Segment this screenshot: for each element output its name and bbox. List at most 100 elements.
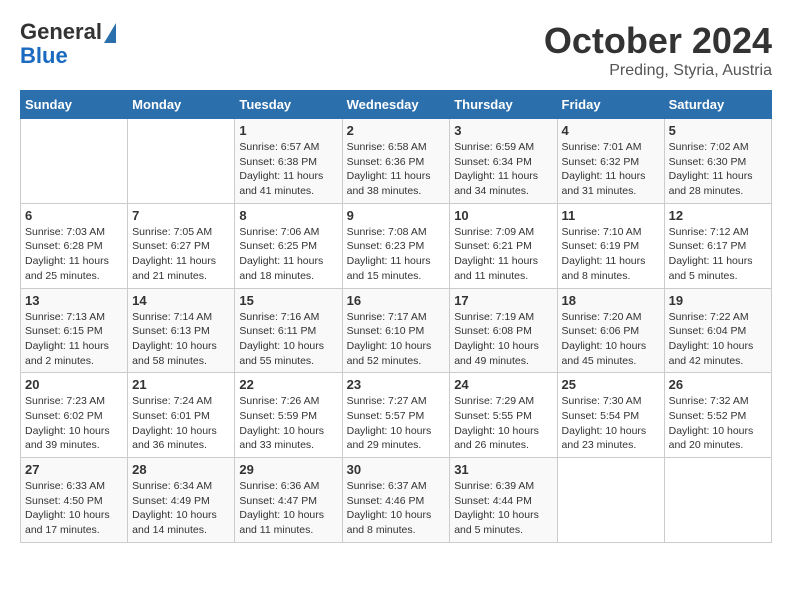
day-of-week-tuesday: Tuesday xyxy=(235,91,342,119)
title-section: October 2024 Preding, Styria, Austria xyxy=(544,20,772,80)
day-of-week-saturday: Saturday xyxy=(664,91,771,119)
day-number: 3 xyxy=(454,123,552,138)
calendar-cell: 4 Sunrise: 7:01 AMSunset: 6:32 PMDaylight… xyxy=(557,119,664,204)
day-number: 21 xyxy=(132,377,230,392)
calendar-cell: 22 Sunrise: 7:26 AMSunset: 5:59 PMDayligh… xyxy=(235,373,342,458)
day-number: 15 xyxy=(239,293,337,308)
week-row-2: 6Sunrise: 7:03 AMSunset: 6:28 PMDaylight… xyxy=(21,203,772,288)
day-info: Sunrise: 7:08 AMSunset: 6:23 PMDaylight:… xyxy=(347,225,446,284)
day-info: Sunrise: 6:57 AMSunset: 6:38 PMDaylight:… xyxy=(239,140,337,199)
calendar-cell: 3Sunrise: 6:59 AMSunset: 6:34 PMDaylight… xyxy=(450,119,557,204)
days-of-week-row: SundayMondayTuesdayWednesdayThursdayFrid… xyxy=(21,91,772,119)
calendar-table: SundayMondayTuesdayWednesdayThursdayFrid… xyxy=(20,90,772,543)
calendar-cell: 24 Sunrise: 7:29 AMSunset: 5:55 PMDayligh… xyxy=(450,373,557,458)
day-info: Sunrise: 7:05 AMSunset: 6:27 PMDaylight:… xyxy=(132,225,230,284)
calendar-cell: 25Sunrise: 7:30 AMSunset: 5:54 PMDayligh… xyxy=(557,373,664,458)
calendar-cell: 31 Sunrise: 6:39 AMSunset: 4:44 PMDayligh… xyxy=(450,458,557,543)
calendar-cell: 9 Sunrise: 7:08 AMSunset: 6:23 PMDaylight… xyxy=(342,203,450,288)
day-info: Sunrise: 6:39 AMSunset: 4:44 PMDaylight:… xyxy=(454,479,552,538)
day-number: 24 xyxy=(454,377,552,392)
week-row-5: 27Sunrise: 6:33 AMSunset: 4:50 PMDayligh… xyxy=(21,458,772,543)
day-number: 6 xyxy=(25,208,123,223)
day-of-week-wednesday: Wednesday xyxy=(342,91,450,119)
logo-general: General xyxy=(20,20,102,44)
calendar-cell: 8 Sunrise: 7:06 AMSunset: 6:25 PMDaylight… xyxy=(235,203,342,288)
calendar-cell: 15Sunrise: 7:16 AMSunset: 6:11 PMDayligh… xyxy=(235,288,342,373)
day-info: Sunrise: 7:23 AMSunset: 6:02 PMDaylight:… xyxy=(25,394,123,453)
day-number: 2 xyxy=(347,123,446,138)
day-info: Sunrise: 7:19 AMSunset: 6:08 PMDaylight:… xyxy=(454,310,552,369)
day-number: 18 xyxy=(562,293,660,308)
day-info: Sunrise: 7:13 AMSunset: 6:15 PMDaylight:… xyxy=(25,310,123,369)
calendar-cell: 6Sunrise: 7:03 AMSunset: 6:28 PMDaylight… xyxy=(21,203,128,288)
day-number: 13 xyxy=(25,293,123,308)
calendar-cell: 19 Sunrise: 7:22 AMSunset: 6:04 PMDayligh… xyxy=(664,288,771,373)
day-info: Sunrise: 7:02 AMSunset: 6:30 PMDaylight:… xyxy=(669,140,767,199)
day-number: 16 xyxy=(347,293,446,308)
logo-blue: Blue xyxy=(20,44,68,68)
day-info: Sunrise: 7:17 AMSunset: 6:10 PMDaylight:… xyxy=(347,310,446,369)
day-info: Sunrise: 7:20 AMSunset: 6:06 PMDaylight:… xyxy=(562,310,660,369)
header: General Blue October 2024 Preding, Styri… xyxy=(20,20,772,80)
day-number: 1 xyxy=(239,123,337,138)
day-info: Sunrise: 7:29 AMSunset: 5:55 PMDaylight:… xyxy=(454,394,552,453)
day-of-week-friday: Friday xyxy=(557,91,664,119)
day-info: Sunrise: 7:06 AMSunset: 6:25 PMDaylight:… xyxy=(239,225,337,284)
location-subtitle: Preding, Styria, Austria xyxy=(544,62,772,80)
week-row-1: 1 Sunrise: 6:57 AMSunset: 6:38 PMDaylight… xyxy=(21,119,772,204)
calendar-cell: 5 Sunrise: 7:02 AMSunset: 6:30 PMDaylight… xyxy=(664,119,771,204)
day-info: Sunrise: 7:01 AMSunset: 6:32 PMDaylight:… xyxy=(562,140,660,199)
day-info: Sunrise: 7:30 AMSunset: 5:54 PMDaylight:… xyxy=(562,394,660,453)
day-info: Sunrise: 6:37 AMSunset: 4:46 PMDaylight:… xyxy=(347,479,446,538)
calendar-cell xyxy=(128,119,235,204)
day-of-week-thursday: Thursday xyxy=(450,91,557,119)
day-info: Sunrise: 7:09 AMSunset: 6:21 PMDaylight:… xyxy=(454,225,552,284)
day-number: 31 xyxy=(454,462,552,477)
day-number: 4 xyxy=(562,123,660,138)
day-info: Sunrise: 7:24 AMSunset: 6:01 PMDaylight:… xyxy=(132,394,230,453)
day-of-week-monday: Monday xyxy=(128,91,235,119)
calendar-cell: 30 Sunrise: 6:37 AMSunset: 4:46 PMDayligh… xyxy=(342,458,450,543)
day-info: Sunrise: 7:10 AMSunset: 6:19 PMDaylight:… xyxy=(562,225,660,284)
calendar-cell: 18 Sunrise: 7:20 AMSunset: 6:06 PMDayligh… xyxy=(557,288,664,373)
calendar-cell: 7Sunrise: 7:05 AMSunset: 6:27 PMDaylight… xyxy=(128,203,235,288)
day-number: 23 xyxy=(347,377,446,392)
calendar-cell: 1 Sunrise: 6:57 AMSunset: 6:38 PMDaylight… xyxy=(235,119,342,204)
day-number: 19 xyxy=(669,293,767,308)
day-number: 17 xyxy=(454,293,552,308)
day-info: Sunrise: 7:22 AMSunset: 6:04 PMDaylight:… xyxy=(669,310,767,369)
day-number: 30 xyxy=(347,462,446,477)
calendar-cell: 21 Sunrise: 7:24 AMSunset: 6:01 PMDayligh… xyxy=(128,373,235,458)
day-info: Sunrise: 7:27 AMSunset: 5:57 PMDaylight:… xyxy=(347,394,446,453)
calendar-cell: 17 Sunrise: 7:19 AMSunset: 6:08 PMDayligh… xyxy=(450,288,557,373)
day-number: 29 xyxy=(239,462,337,477)
week-row-3: 13 Sunrise: 7:13 AMSunset: 6:15 PMDayligh… xyxy=(21,288,772,373)
week-row-4: 20 Sunrise: 7:23 AMSunset: 6:02 PMDayligh… xyxy=(21,373,772,458)
day-info: Sunrise: 7:26 AMSunset: 5:59 PMDaylight:… xyxy=(239,394,337,453)
day-info: Sunrise: 7:32 AMSunset: 5:52 PMDaylight:… xyxy=(669,394,767,453)
day-info: Sunrise: 6:58 AMSunset: 6:36 PMDaylight:… xyxy=(347,140,446,199)
calendar-header: SundayMondayTuesdayWednesdayThursdayFrid… xyxy=(21,91,772,119)
day-number: 12 xyxy=(669,208,767,223)
day-of-week-sunday: Sunday xyxy=(21,91,128,119)
calendar-cell: 26 Sunrise: 7:32 AMSunset: 5:52 PMDayligh… xyxy=(664,373,771,458)
day-number: 27 xyxy=(25,462,123,477)
day-number: 26 xyxy=(669,377,767,392)
calendar-cell xyxy=(664,458,771,543)
calendar-cell: 10Sunrise: 7:09 AMSunset: 6:21 PMDayligh… xyxy=(450,203,557,288)
calendar-cell: 14Sunrise: 7:14 AMSunset: 6:13 PMDayligh… xyxy=(128,288,235,373)
day-number: 11 xyxy=(562,208,660,223)
calendar-cell: 28 Sunrise: 6:34 AMSunset: 4:49 PMDayligh… xyxy=(128,458,235,543)
day-number: 5 xyxy=(669,123,767,138)
calendar-cell: 27Sunrise: 6:33 AMSunset: 4:50 PMDayligh… xyxy=(21,458,128,543)
month-year-title: October 2024 xyxy=(544,20,772,62)
day-number: 20 xyxy=(25,377,123,392)
calendar-cell: 16 Sunrise: 7:17 AMSunset: 6:10 PMDayligh… xyxy=(342,288,450,373)
calendar-cell xyxy=(557,458,664,543)
day-number: 9 xyxy=(347,208,446,223)
day-info: Sunrise: 6:34 AMSunset: 4:49 PMDaylight:… xyxy=(132,479,230,538)
day-number: 28 xyxy=(132,462,230,477)
day-info: Sunrise: 7:12 AMSunset: 6:17 PMDaylight:… xyxy=(669,225,767,284)
day-number: 8 xyxy=(239,208,337,223)
day-number: 22 xyxy=(239,377,337,392)
